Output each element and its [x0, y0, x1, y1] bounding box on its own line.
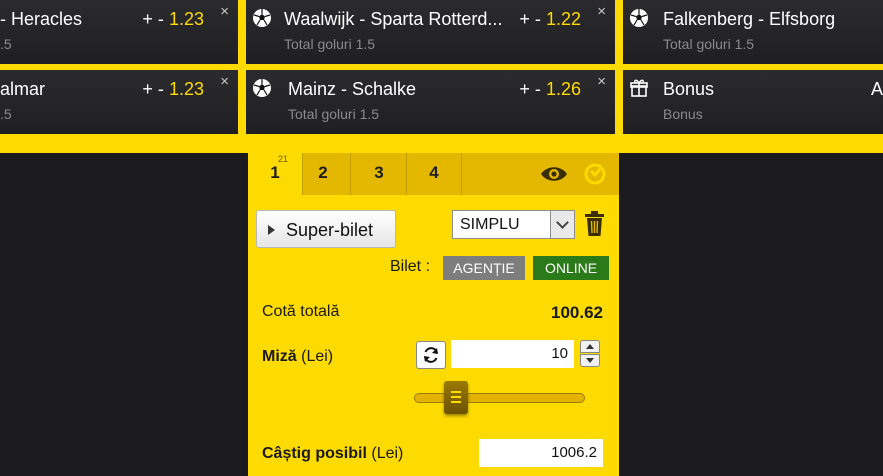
ticket-card[interactable]: Mainz - Schalke Total goluri 1.5 + - 1.2… [246, 70, 615, 134]
tab-4[interactable]: 4 [407, 153, 462, 195]
ticket-subtitle: Total goluri 1.5 [284, 36, 376, 52]
trash-icon[interactable] [584, 211, 605, 237]
ticket-subtitle: Bonus [663, 106, 703, 122]
ticket-odds: + - 1.23 [142, 79, 204, 99]
stake-input[interactable]: 10 [451, 340, 574, 368]
agentie-button[interactable]: AGENȚIE [443, 256, 525, 280]
close-icon[interactable]: × [597, 3, 606, 20]
close-icon[interactable]: × [597, 73, 606, 90]
ticket-odds: + - 1.26 [519, 79, 581, 99]
ticket-subtitle: Total goluri 1.5 [288, 106, 380, 122]
ticket-title: Bonus [663, 79, 715, 99]
tab-count-badge: 21 [278, 154, 289, 164]
ticket-card[interactable]: Bonus Bonus A [623, 70, 883, 134]
ticket-title: Falkenberg - Elfsborg [663, 9, 836, 29]
betslip-tabs: 1 21 2 3 4 [248, 153, 619, 195]
stake-label: Miză (Lei) [262, 348, 334, 365]
close-icon[interactable]: × [220, 3, 229, 20]
tab-2[interactable]: 2 [296, 153, 351, 195]
ticket-subtitle: Total goluri 1.5 [663, 36, 755, 52]
tab-1[interactable]: 1 21 [248, 153, 303, 195]
ticket-card[interactable]: Waalwijk - Sparta Rotterd... Total golur… [246, 0, 615, 64]
ticket-title: Mainz - Schalke [288, 79, 417, 99]
betslip-panel: 1 21 2 3 4 Super-bilet SIMPLU Bilet : AG… [248, 153, 619, 476]
ticket-title: almar [0, 79, 46, 99]
bilet-label: Bilet : [390, 258, 431, 275]
ticket-card[interactable]: Falkenberg - Elfsborg Total goluri 1.5 [623, 0, 883, 64]
ticket-title: - Heracles [0, 9, 83, 29]
super-bilet-button[interactable]: Super-bilet [256, 210, 396, 248]
sync-icon[interactable] [583, 162, 607, 186]
total-odds-label: Cotă totală [262, 303, 340, 320]
soccer-ball-icon [630, 9, 648, 27]
play-icon [268, 225, 275, 235]
possible-win-value: 1006.2 [479, 439, 603, 467]
stake-stepper[interactable] [580, 340, 600, 368]
ticket-card[interactable]: almar .5 + - 1.23 × [0, 70, 238, 134]
ticket-title: Waalwijk - Sparta Rotterd... [284, 9, 503, 29]
total-odds-value: 100.62 [551, 303, 603, 322]
ticket-subtitle: .5 [0, 36, 12, 52]
eye-icon[interactable] [540, 164, 568, 184]
close-icon[interactable]: × [220, 73, 229, 90]
stake-slider-handle[interactable] [444, 381, 468, 414]
stepper-up-button[interactable] [580, 340, 600, 353]
ticket-odds: A [870, 79, 883, 99]
online-button[interactable]: ONLINE [533, 256, 609, 280]
refresh-icon[interactable] [416, 341, 446, 369]
possible-win-label: Câștig posibil (Lei) [262, 445, 404, 462]
tab-3[interactable]: 3 [352, 153, 407, 195]
chevron-down-icon [550, 211, 574, 238]
ticket-card[interactable]: - Heracles .5 + - 1.23 × [0, 0, 238, 64]
ticket-odds: + - 1.23 [142, 9, 204, 29]
ticket-subtitle: .5 [0, 106, 12, 122]
soccer-ball-icon [253, 9, 271, 27]
soccer-ball-icon [253, 79, 271, 97]
bet-type-select[interactable]: SIMPLU [452, 210, 575, 239]
ticket-odds: + - 1.22 [519, 9, 581, 29]
gift-icon [630, 79, 648, 97]
stake-slider-track[interactable] [414, 393, 585, 403]
stepper-down-button[interactable] [580, 354, 600, 367]
